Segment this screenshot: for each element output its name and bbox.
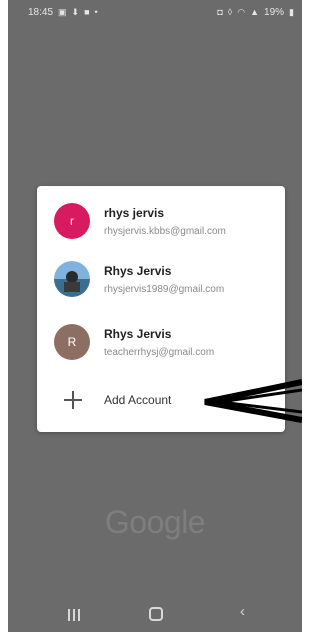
recent-apps-icon[interactable] [68,609,82,623]
back-icon[interactable]: ‹ [240,603,245,620]
google-logo: Google [104,504,206,540]
navigation-bar: ‹ [8,598,302,632]
phone-screen: 18:45 ▣ ⬇ ■ • ◘ ◊ ◠ ▲ 19% ▮ r rhys jervi… [8,0,302,632]
home-icon[interactable] [149,607,163,621]
